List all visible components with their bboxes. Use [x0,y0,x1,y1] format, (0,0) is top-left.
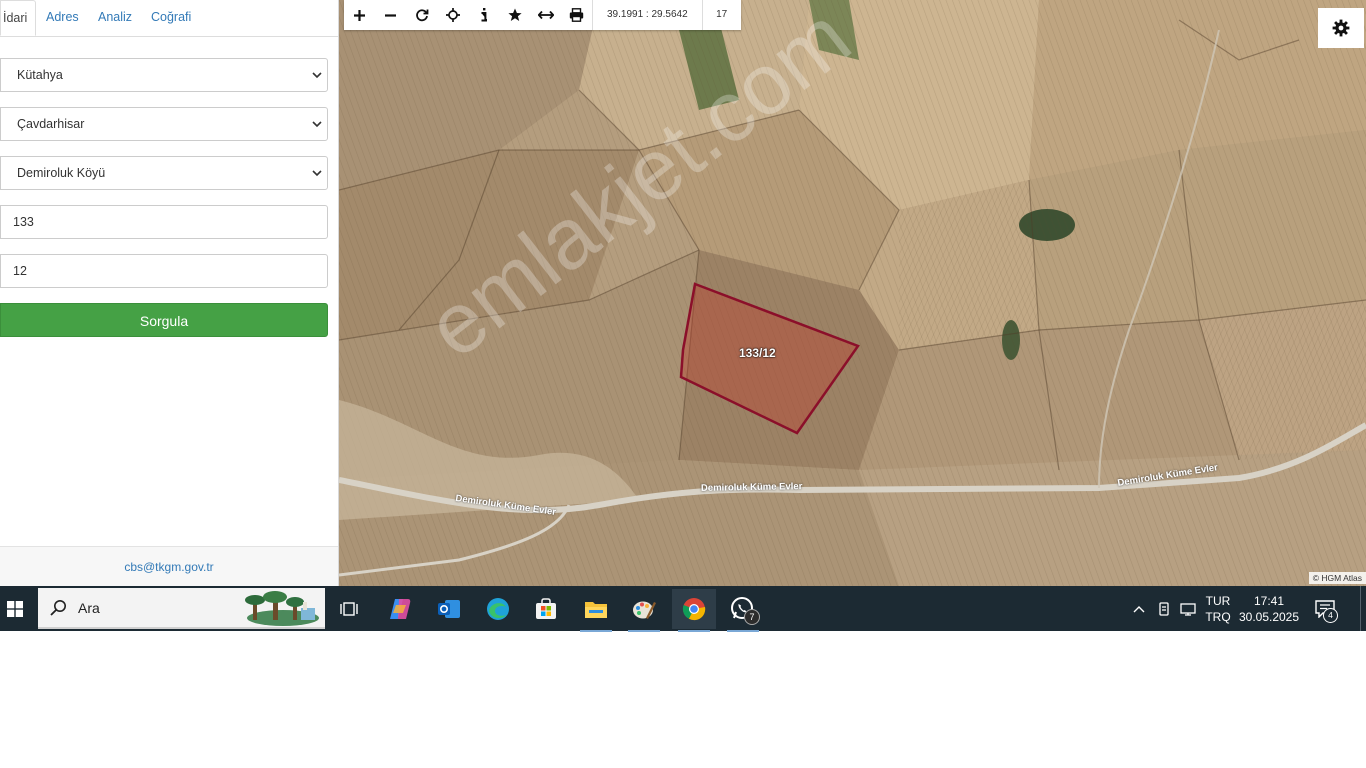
settings-button[interactable] [1318,8,1364,48]
clock-date: 30.05.2025 [1238,609,1300,624]
file-explorer-button[interactable] [574,589,618,632]
info-icon [481,8,487,22]
favorite-icon [507,8,522,21]
zoom-out-button[interactable] [375,0,406,30]
parcel-value: 12 [13,264,27,278]
parcel-input[interactable]: 12 [0,254,328,288]
running-indicator [628,630,660,632]
province-value: Kütahya [17,68,63,82]
tab-cografi[interactable]: Coğrafi [151,0,191,36]
gear-icon [1332,19,1350,37]
chrome-icon [682,598,706,621]
task-view-button[interactable] [327,589,371,629]
windows-taskbar: Ara 7 TUR TRQ 17:41 30.05.2025 4 [0,586,1366,632]
chevron-down-icon [312,170,322,177]
locate-button[interactable] [437,0,468,30]
clock-time: 17:41 [1253,593,1285,608]
start-button[interactable] [0,586,30,631]
tab-adres[interactable]: Adres [46,0,79,36]
show-desktop-button[interactable] [1360,586,1366,631]
measure-button[interactable] [530,0,561,30]
coordinate-readout: 39.1991 : 29.5642 [592,0,702,30]
input-language-button[interactable]: TUR TRQ [1202,586,1234,631]
refresh-icon [415,9,428,22]
clock[interactable]: 17:41 30.05.2025 [1238,586,1300,631]
map-view[interactable]: emlakjet.com Demiroluk Küme Evler Demiro… [339,0,1366,586]
query-button[interactable]: Sorgula [0,303,328,337]
refresh-button[interactable] [406,0,437,30]
copilot-icon [390,599,411,619]
tray-device-button[interactable] [1153,586,1175,631]
paint-icon [633,601,656,619]
parcel-label: 133/12 [739,346,776,360]
keyboard-layout: TRQ [1205,609,1231,624]
block-value: 133 [13,215,34,229]
info-button[interactable] [468,0,499,30]
neighborhood-select[interactable]: Demiroluk Köyü [0,156,328,190]
running-indicator [678,630,710,632]
store-icon [536,598,556,619]
district-select[interactable]: Çavdarhisar [0,107,328,141]
outlook-icon [438,600,460,618]
chevron-down-icon [312,121,322,128]
zoom-in-button[interactable] [344,0,375,30]
taskbar-search-box[interactable]: Ara [38,588,325,629]
notifications-button[interactable]: 4 [1308,586,1342,631]
district-value: Çavdarhisar [17,117,85,131]
show-hidden-icons-button[interactable] [1128,586,1150,631]
outlook-button[interactable] [427,589,471,629]
map-attribution[interactable]: © HGM Atlas [1308,572,1366,584]
measure-icon [537,10,554,20]
contact-email-link[interactable]: cbs@tkgm.gov.tr [0,560,338,574]
notification-count: 4 [1323,608,1338,623]
search-icon [50,600,66,616]
copilot-button[interactable] [378,589,422,629]
query-panel: İdari Adres Analiz Coğrafi Kütahya Çavda… [0,0,339,587]
file-explorer-icon [585,602,607,618]
search-placeholder: Ara [78,600,100,616]
favorite-button[interactable] [499,0,530,30]
tab-bar: İdari Adres Analiz Coğrafi [0,0,338,37]
windows-logo-icon [7,600,23,617]
panel-footer: cbs@tkgm.gov.tr [0,546,338,587]
running-indicator [580,630,612,632]
search-highlight-illustration [245,591,319,626]
neighborhood-value: Demiroluk Köyü [17,166,106,180]
language-code: TUR [1205,593,1231,608]
network-button[interactable] [1177,586,1199,631]
chevron-down-icon [312,72,322,79]
chrome-button[interactable] [672,589,716,632]
paint-button[interactable] [622,589,666,632]
network-icon [1180,602,1196,616]
province-select[interactable]: Kütahya [0,58,328,92]
task-view-icon [340,602,358,616]
locate-icon [445,8,460,22]
edge-button[interactable] [476,589,520,629]
map-toolbar: 39.1991 : 29.5642 17 [344,0,741,30]
print-icon [569,8,584,22]
zoom-in-icon [354,9,365,21]
print-button[interactable] [561,0,592,30]
chevron-up-icon [1133,605,1145,612]
whatsapp-badge: 7 [744,609,760,625]
block-input[interactable]: 133 [0,205,328,239]
whatsapp-button[interactable]: 7 [721,589,765,632]
tab-idari[interactable]: İdari [0,0,37,36]
microsoft-store-button[interactable] [524,589,568,629]
parcel-boundary[interactable] [339,0,1366,586]
zoom-level-readout: 17 [701,0,741,30]
edge-icon [487,598,509,620]
zoom-out-icon [385,13,396,17]
tab-analiz[interactable]: Analiz [98,0,132,36]
running-indicator [727,630,759,632]
usb-device-icon [1159,601,1169,616]
